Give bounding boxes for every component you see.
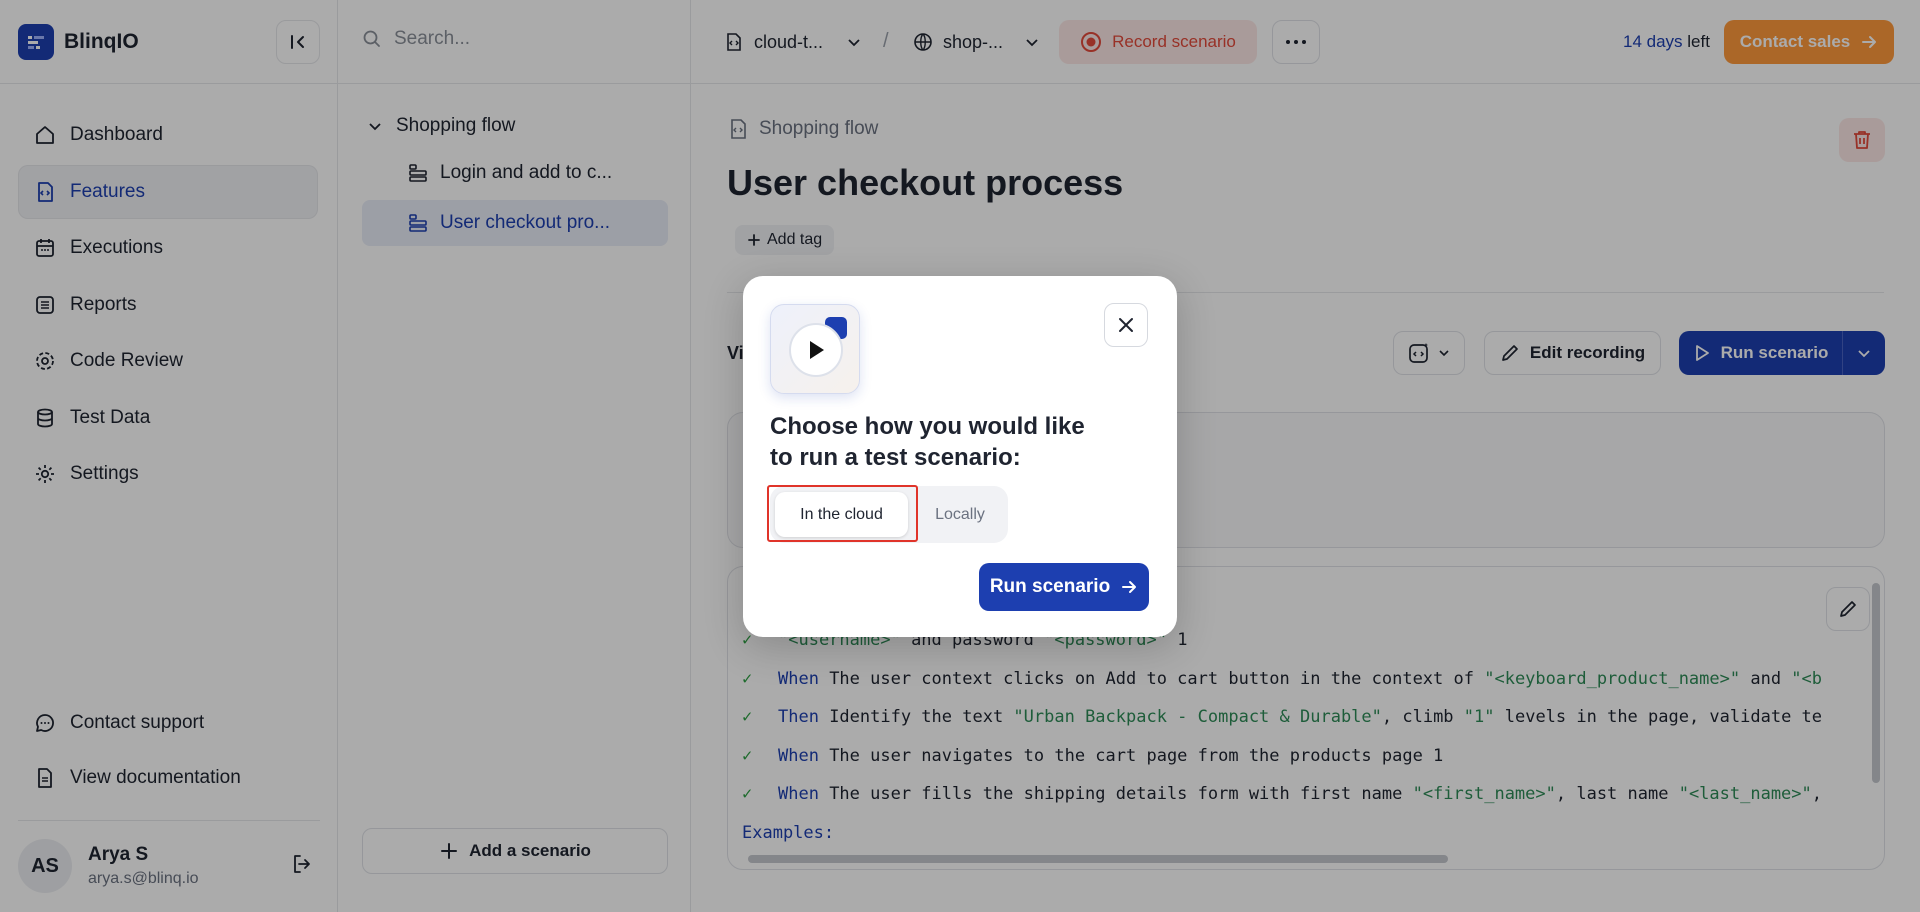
dialog-run-scenario-button[interactable]: Run scenario [979,563,1149,611]
close-icon [1119,318,1133,332]
play-circle-icon [789,323,843,377]
run-mode-dialog: Choose how you would like to run a test … [743,276,1177,637]
arrow-right-icon [1122,581,1137,593]
dialog-title: Choose how you would like to run a test … [770,413,1085,471]
option-in-the-cloud[interactable]: In the cloud [775,492,908,537]
dialog-run-label: Run scenario [989,576,1111,597]
close-dialog-button[interactable] [1104,303,1148,347]
run-location-toggle: In the cloud Locally [767,485,1008,543]
run-illustration [770,304,860,394]
option-locally[interactable]: Locally [918,492,1002,537]
